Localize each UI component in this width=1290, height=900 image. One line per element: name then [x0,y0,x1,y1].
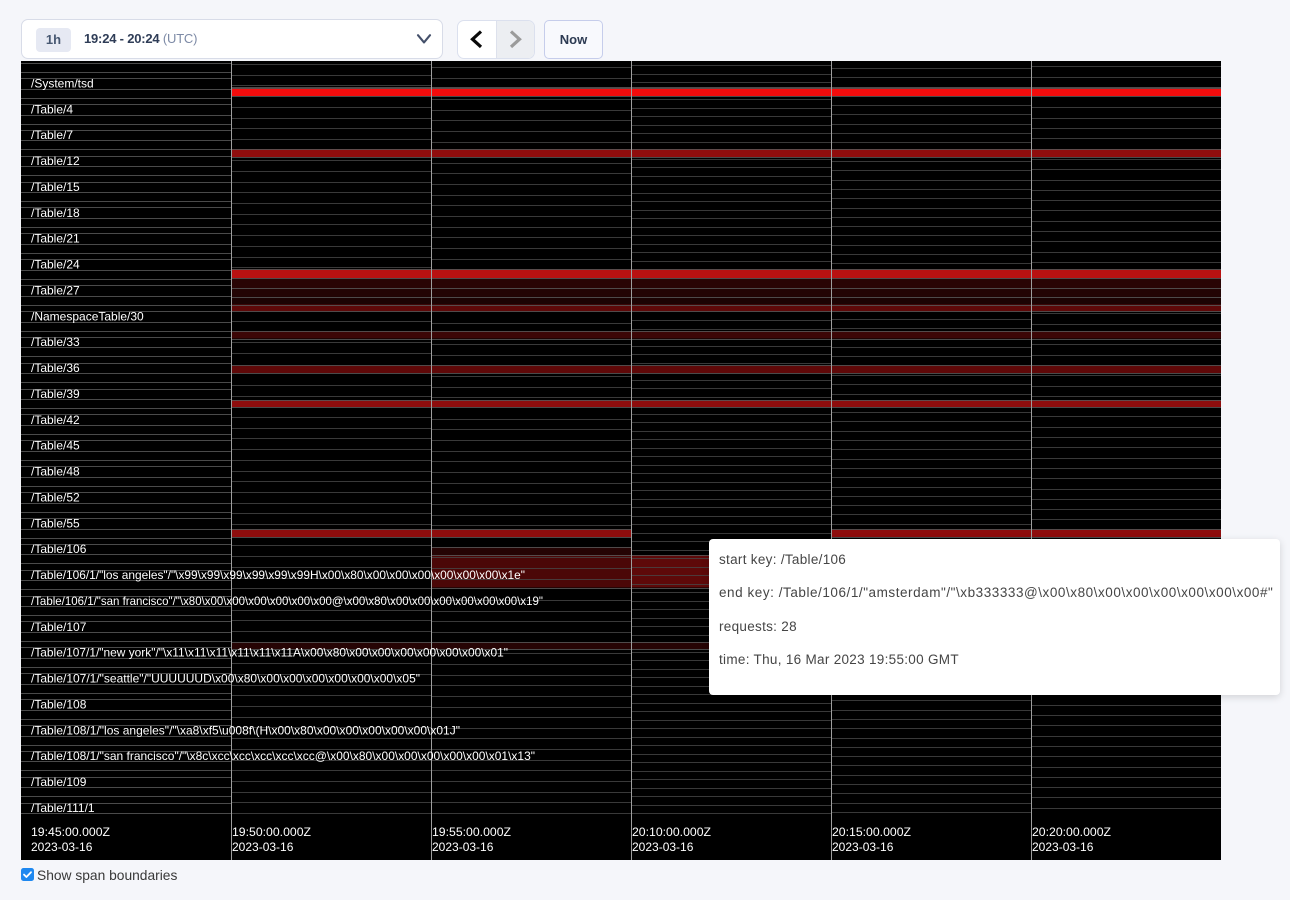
svg-text:/Table/18: /Table/18 [31,206,80,220]
svg-text:/Table/108/1/"los angeles"/"\x: /Table/108/1/"los angeles"/"\xa8\xf5\u00… [31,723,460,737]
svg-text:19:50:00.000Z: 19:50:00.000Z [232,825,311,839]
svg-text:/Table/48: /Table/48 [31,465,80,479]
svg-text:/Table/36: /Table/36 [31,361,80,375]
svg-text:/NamespaceTable/30: /NamespaceTable/30 [31,309,144,323]
svg-text:2023-03-16: 2023-03-16 [432,840,494,854]
svg-text:/Table/24: /Table/24 [31,258,80,272]
svg-text:2023-03-16: 2023-03-16 [632,840,694,854]
svg-text:/Table/4: /Table/4 [31,102,73,116]
svg-text:/Table/106/1/"san francisco"/": /Table/106/1/"san francisco"/"\x80\x00\x… [31,594,543,608]
svg-text:2023-03-16: 2023-03-16 [832,840,894,854]
svg-text:20:10:00.000Z: 20:10:00.000Z [632,825,711,839]
svg-text:/Table/42: /Table/42 [31,413,80,427]
svg-text:/Table/107: /Table/107 [31,620,87,634]
svg-text:/Table/45: /Table/45 [31,439,80,453]
svg-text:/Table/108: /Table/108 [31,697,87,711]
svg-text:/Table/106/1/"los angeles"/"\x: /Table/106/1/"los angeles"/"\x99\x99\x99… [31,568,525,582]
svg-text:20:20:00.000Z: 20:20:00.000Z [1032,825,1111,839]
svg-text:/Table/52: /Table/52 [31,490,80,504]
svg-text:/Table/107/1/"seattle"/"UUUUUU: /Table/107/1/"seattle"/"UUUUUUD\x00\x80\… [31,672,420,686]
svg-text:2023-03-16: 2023-03-16 [232,840,294,854]
svg-text:/Table/7: /Table/7 [31,128,73,142]
svg-text:/Table/109: /Table/109 [31,775,87,789]
svg-text:/Table/15: /Table/15 [31,180,80,194]
svg-text:19:55:00.000Z: 19:55:00.000Z [432,825,511,839]
svg-text:2023-03-16: 2023-03-16 [1032,840,1094,854]
svg-text:/Table/39: /Table/39 [31,387,80,401]
svg-text:/Table/107/1/"new york"/"\x11\: /Table/107/1/"new york"/"\x11\x11\x11\x1… [31,646,508,660]
svg-text:/Table/12: /Table/12 [31,154,80,168]
svg-text:/Table/21: /Table/21 [31,232,80,246]
svg-text:/Table/111/1: /Table/111/1 [31,801,95,815]
svg-text:/Table/55: /Table/55 [31,516,80,530]
svg-text:19:45:00.000Z: 19:45:00.000Z [31,825,110,839]
svg-text:/Table/27: /Table/27 [31,283,80,297]
svg-text:/Table/106: /Table/106 [31,542,87,556]
svg-text:2023-03-16: 2023-03-16 [31,840,93,854]
svg-text:20:15:00.000Z: 20:15:00.000Z [832,825,911,839]
svg-text:/Table/108/1/"san francisco"/": /Table/108/1/"san francisco"/"\x8c\xcc\x… [31,749,535,763]
svg-text:/Table/33: /Table/33 [31,335,80,349]
svg-text:/System/tsd: /System/tsd [31,76,94,90]
